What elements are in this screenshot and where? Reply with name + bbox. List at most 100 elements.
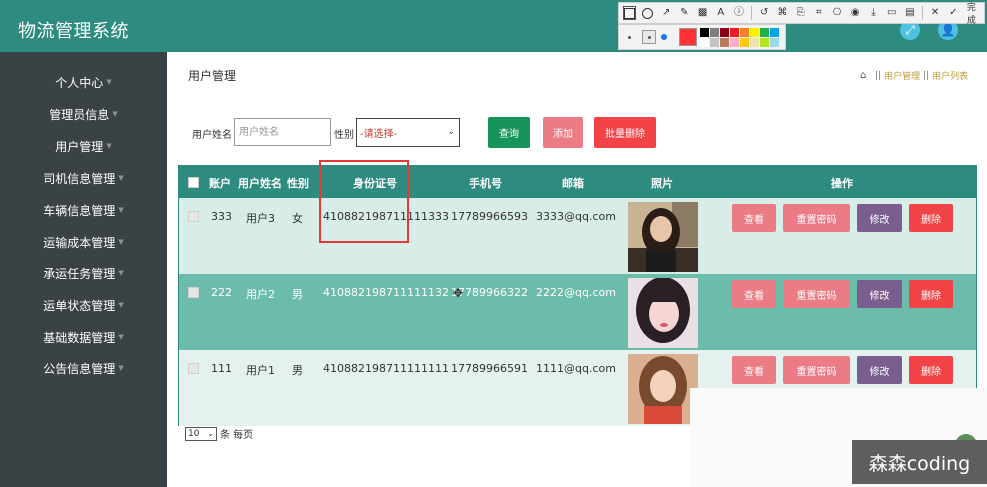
cell-email: 1111@qq.com (536, 362, 616, 375)
color-swatch[interactable] (730, 28, 739, 37)
download-icon[interactable]: ⤓ (867, 6, 880, 20)
color-swatch[interactable] (760, 28, 769, 37)
color-swatch[interactable] (750, 38, 759, 47)
scan-icon[interactable]: ⌗ (812, 6, 825, 20)
close-icon[interactable]: ✕ (928, 6, 941, 20)
sidebar-item-label: 运输成本管理 (43, 235, 116, 250)
gender-select[interactable]: -请选择- ⌄ (356, 118, 460, 147)
chevron-down-icon: ▼ (118, 301, 124, 309)
color-swatch[interactable] (730, 38, 739, 47)
color-swatch[interactable] (710, 38, 719, 47)
brush-size-large[interactable] (661, 34, 667, 40)
bookmark-icon[interactable]: ▤ (903, 6, 916, 20)
sidebar-item-label: 车辆信息管理 (43, 203, 116, 218)
brush-size-medium[interactable] (642, 30, 656, 44)
done-button[interactable]: 完成 (967, 0, 984, 26)
sidebar-item-waybill[interactable]: 运单状态管理 ▼ (0, 293, 167, 317)
info-tool-icon[interactable]: ⓘ (732, 6, 745, 20)
query-button[interactable]: 查询 (488, 117, 530, 148)
color-swatch[interactable] (720, 38, 729, 47)
brush-size-small[interactable] (628, 36, 631, 39)
check-icon[interactable]: ✓ (947, 6, 960, 20)
cell-gender: 女 (292, 212, 303, 225)
color-swatch[interactable] (700, 28, 709, 37)
edit-button[interactable]: 修改 (857, 204, 902, 232)
chevron-down-icon: ▼ (118, 174, 124, 182)
view-button[interactable]: 查看 (732, 280, 776, 308)
col-ops: 操作 (831, 177, 853, 190)
ocr-icon[interactable]: ⎘ (794, 6, 807, 20)
page-size-select[interactable]: 10 ⌄ (185, 426, 217, 441)
color-swatch[interactable] (750, 28, 759, 37)
pen-tool-icon[interactable]: ✎ (678, 6, 691, 20)
select-all-checkbox[interactable] (188, 177, 199, 188)
color-swatch[interactable] (700, 38, 709, 47)
breadcrumb-level1[interactable]: 用户管理 (884, 69, 920, 82)
color-swatch[interactable] (770, 28, 779, 37)
undo-icon[interactable]: ↺ (758, 6, 771, 20)
cell-name: 用户1 (246, 364, 275, 377)
cell-phone: 17789966593 (451, 210, 528, 223)
row-checkbox[interactable] (188, 363, 199, 374)
save-icon[interactable]: ▭ (885, 6, 898, 20)
chevron-down-icon: ▼ (112, 110, 118, 118)
color-swatch[interactable] (760, 38, 769, 47)
view-button[interactable]: 查看 (732, 204, 776, 232)
cell-email: 3333@qq.com (536, 210, 616, 223)
col-phone: 手机号 (469, 177, 502, 190)
annotation-rectangle (319, 160, 409, 243)
watermark-text: 森森coding (852, 440, 987, 484)
add-button[interactable]: 添加 (543, 117, 583, 148)
sidebar-item-users[interactable]: 用户管理 ▼ (0, 134, 167, 158)
sidebar-item-admin[interactable]: 管理员信息 ▼ (0, 102, 167, 126)
view-button[interactable]: 查看 (732, 356, 776, 384)
sidebar-item-drivers[interactable]: 司机信息管理 ▼ (0, 166, 167, 190)
move-cursor-icon: ✥ (453, 286, 464, 300)
delete-button[interactable]: 删除 (909, 280, 953, 308)
home-icon[interactable]: ⌂ (860, 71, 869, 81)
color-swatch[interactable] (710, 28, 719, 37)
arrow-tool-icon[interactable]: ↗ (660, 6, 673, 20)
mosaic-tool-icon[interactable]: ▩ (696, 6, 709, 20)
delete-button[interactable]: 删除 (909, 204, 953, 232)
col-email: 邮箱 (562, 177, 584, 190)
rectangle-tool-icon[interactable] (623, 6, 637, 20)
row-checkbox[interactable] (188, 287, 199, 298)
bulk-delete-button[interactable]: 批量删除 (594, 117, 656, 148)
sidebar-item-vehicles[interactable]: 车辆信息管理 ▼ (0, 198, 167, 222)
chevron-down-icon: ▼ (118, 206, 124, 214)
cell-email: 2222@qq.com (536, 286, 616, 299)
sidebar-item-notices[interactable]: 公告信息管理 ▼ (0, 356, 167, 380)
name-search-input[interactable] (234, 118, 331, 146)
color-swatches (700, 28, 779, 47)
ellipse-tool-icon[interactable] (641, 6, 654, 20)
delete-button[interactable]: 删除 (909, 356, 953, 384)
color-swatch[interactable] (770, 38, 779, 47)
color-swatch[interactable] (720, 28, 729, 37)
sidebar-item-basedata[interactable]: 基础数据管理 ▼ (0, 325, 167, 349)
sidebar-item-label: 承运任务管理 (43, 266, 116, 281)
translate-icon[interactable]: ⎔ (830, 6, 843, 20)
edit-button[interactable]: 修改 (857, 280, 902, 308)
sidebar-item-tasks[interactable]: 承运任务管理 ▼ (0, 261, 167, 285)
current-color-swatch[interactable] (679, 28, 697, 46)
reset-password-button[interactable]: 重置密码 (783, 280, 850, 308)
reset-password-button[interactable]: 重置密码 (783, 356, 850, 384)
sidebar-item-profile[interactable]: 个人中心 ▼ (0, 70, 167, 94)
sidebar-item-label: 基础数据管理 (43, 330, 116, 345)
color-swatch[interactable] (740, 28, 749, 37)
app-title: 物流管理系统 (18, 21, 129, 42)
chevron-down-icon: ⌄ (207, 428, 214, 438)
record-icon[interactable]: ◉ (849, 6, 862, 20)
color-swatch[interactable] (740, 38, 749, 47)
users-table: 账户 用户姓名 性别 身份证号 手机号 邮箱 照片 操作 333 用户3 女 4… (178, 165, 977, 426)
row-checkbox[interactable] (188, 211, 199, 222)
toolbar-divider (750, 6, 752, 20)
sidebar-item-costs[interactable]: 运输成本管理 ▼ (0, 230, 167, 254)
col-gender: 性别 (287, 177, 309, 190)
text-tool-icon[interactable]: A (714, 6, 727, 20)
reset-password-button[interactable]: 重置密码 (783, 204, 850, 232)
pin-icon[interactable]: ⌘ (776, 6, 789, 20)
edit-button[interactable]: 修改 (857, 356, 902, 384)
cell-name: 用户3 (246, 212, 275, 225)
